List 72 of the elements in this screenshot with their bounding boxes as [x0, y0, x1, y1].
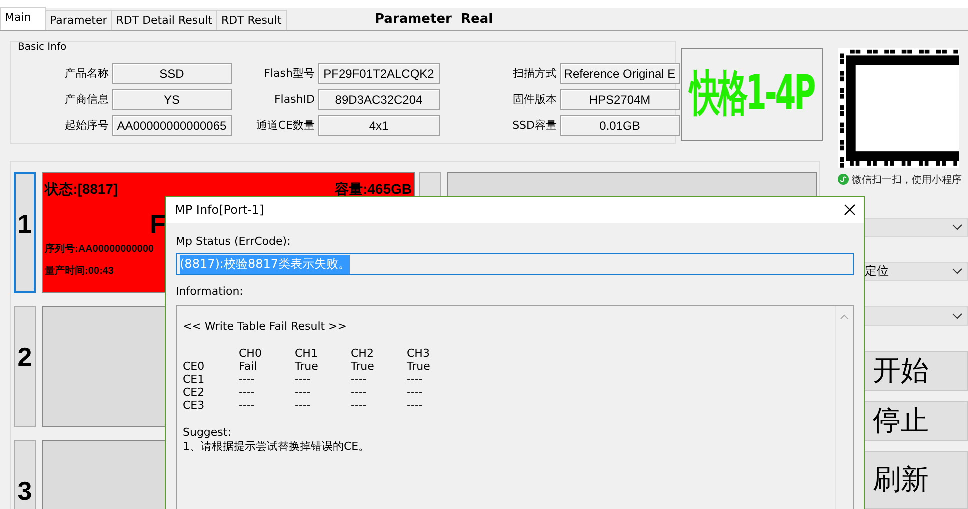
logo-text: 快格1-4P	[690, 66, 814, 124]
field-label: Flash型号	[263, 66, 315, 81]
column-header: CH3	[407, 347, 431, 360]
row-header: CE1	[183, 373, 206, 386]
time-text: 量产时间:00:43	[45, 264, 114, 278]
table-cell-text: ----	[239, 386, 256, 399]
table-cell-text: ----	[295, 399, 312, 412]
chevron-down-icon	[952, 312, 963, 320]
status-label: Mp Status (ErrCode):	[176, 235, 291, 248]
qr-caption: 微信扫一扫，使用小程序	[852, 174, 962, 187]
scroll-up-icon[interactable]	[840, 314, 849, 320]
field-label: SSD容量	[512, 118, 557, 133]
port-number[interactable]: 2	[14, 306, 36, 427]
field-value: AA00000000000065	[112, 115, 232, 136]
group-title: Basic Info	[17, 42, 68, 53]
table-cell-text: ----	[407, 386, 424, 399]
row-header: CE3	[183, 399, 206, 412]
status-text: 状态:[8817]	[45, 181, 118, 199]
port-number[interactable]: 3	[14, 440, 36, 509]
column-header: CH1	[295, 347, 319, 360]
table-cell-text: True	[295, 360, 320, 373]
table-cell-text: ----	[239, 399, 256, 412]
action-button[interactable]: 开始	[864, 350, 968, 392]
field-value: YS	[112, 89, 232, 110]
tab[interactable]: RDT Result	[216, 10, 287, 30]
close-icon[interactable]	[844, 204, 856, 216]
info-heading: << Write Table Fail Result >>	[183, 320, 347, 333]
field-label: 起始序号	[64, 118, 109, 133]
dialog-title: MP Info[Port-1]	[175, 203, 264, 217]
field-label: 通道CE数量	[255, 118, 315, 133]
column-header: CH0	[239, 347, 263, 360]
row-header: CE0	[183, 360, 206, 373]
chevron-down-icon	[952, 268, 963, 276]
information-label: Information:	[176, 285, 244, 298]
table-cell-text: ----	[295, 386, 312, 399]
field-value: Reference Original E	[560, 63, 680, 84]
table-cell-text: ----	[351, 386, 368, 399]
suggest-label: Suggest:	[183, 426, 232, 439]
table-cell-text: ----	[295, 373, 312, 386]
tab[interactable]: Main	[0, 7, 46, 30]
mini-program-icon	[838, 174, 849, 186]
action-button[interactable]: 刷新	[864, 451, 968, 509]
field-value: HPS2704M	[560, 89, 680, 110]
field-label: 产品名称	[64, 66, 109, 81]
field-value: SSD	[112, 63, 232, 84]
field-value: 4x1	[318, 115, 440, 136]
table-cell-text: ----	[351, 373, 368, 386]
header-title: Parameter Real	[375, 12, 494, 27]
field-label: 产商信息	[64, 92, 109, 107]
row-header: CE2	[183, 386, 206, 399]
table-cell-text: True	[407, 360, 432, 373]
suggestion-text: 1、请根据提示尝试替换掉错误的CE。	[183, 439, 370, 454]
information-area[interactable]: << Write Table Fail Result >> CH0 CH1 CH2 CH3 CE0 Fail True True True CE1 ---- ---- ---- ---- CE2 ---- ---- ---- ---- CE3 ---- ---- ---- ---- Suggest: 1、请根据提示尝试替换掉错误的CE。	[176, 305, 854, 509]
field-label: FlashID	[273, 93, 315, 106]
result-text: F	[150, 209, 166, 240]
capacity-text: 容量:465GB	[334, 181, 412, 199]
field-label: 固件版本	[512, 92, 557, 107]
table-cell-text: ----	[407, 373, 424, 386]
serial-text: 序列号:AA00000000000	[45, 242, 154, 256]
column-header: CH2	[351, 347, 375, 360]
table-cell-text: ----	[351, 399, 368, 412]
action-button[interactable]: 停止	[864, 401, 968, 442]
port-number[interactable]: 1	[14, 172, 36, 293]
chevron-down-icon	[952, 224, 963, 231]
table-cell-text: ----	[407, 399, 424, 412]
table-cell-text: True	[351, 360, 376, 373]
field-value: 0.01GB	[560, 115, 680, 136]
field-label: 扫描方式	[512, 66, 557, 81]
table-cell-text: Fail	[239, 360, 258, 373]
field-value: PF29F01T2ALCQK2	[318, 63, 440, 84]
field-value: 89D3AC32C204	[318, 89, 440, 110]
table-cell-text: ----	[239, 373, 256, 386]
